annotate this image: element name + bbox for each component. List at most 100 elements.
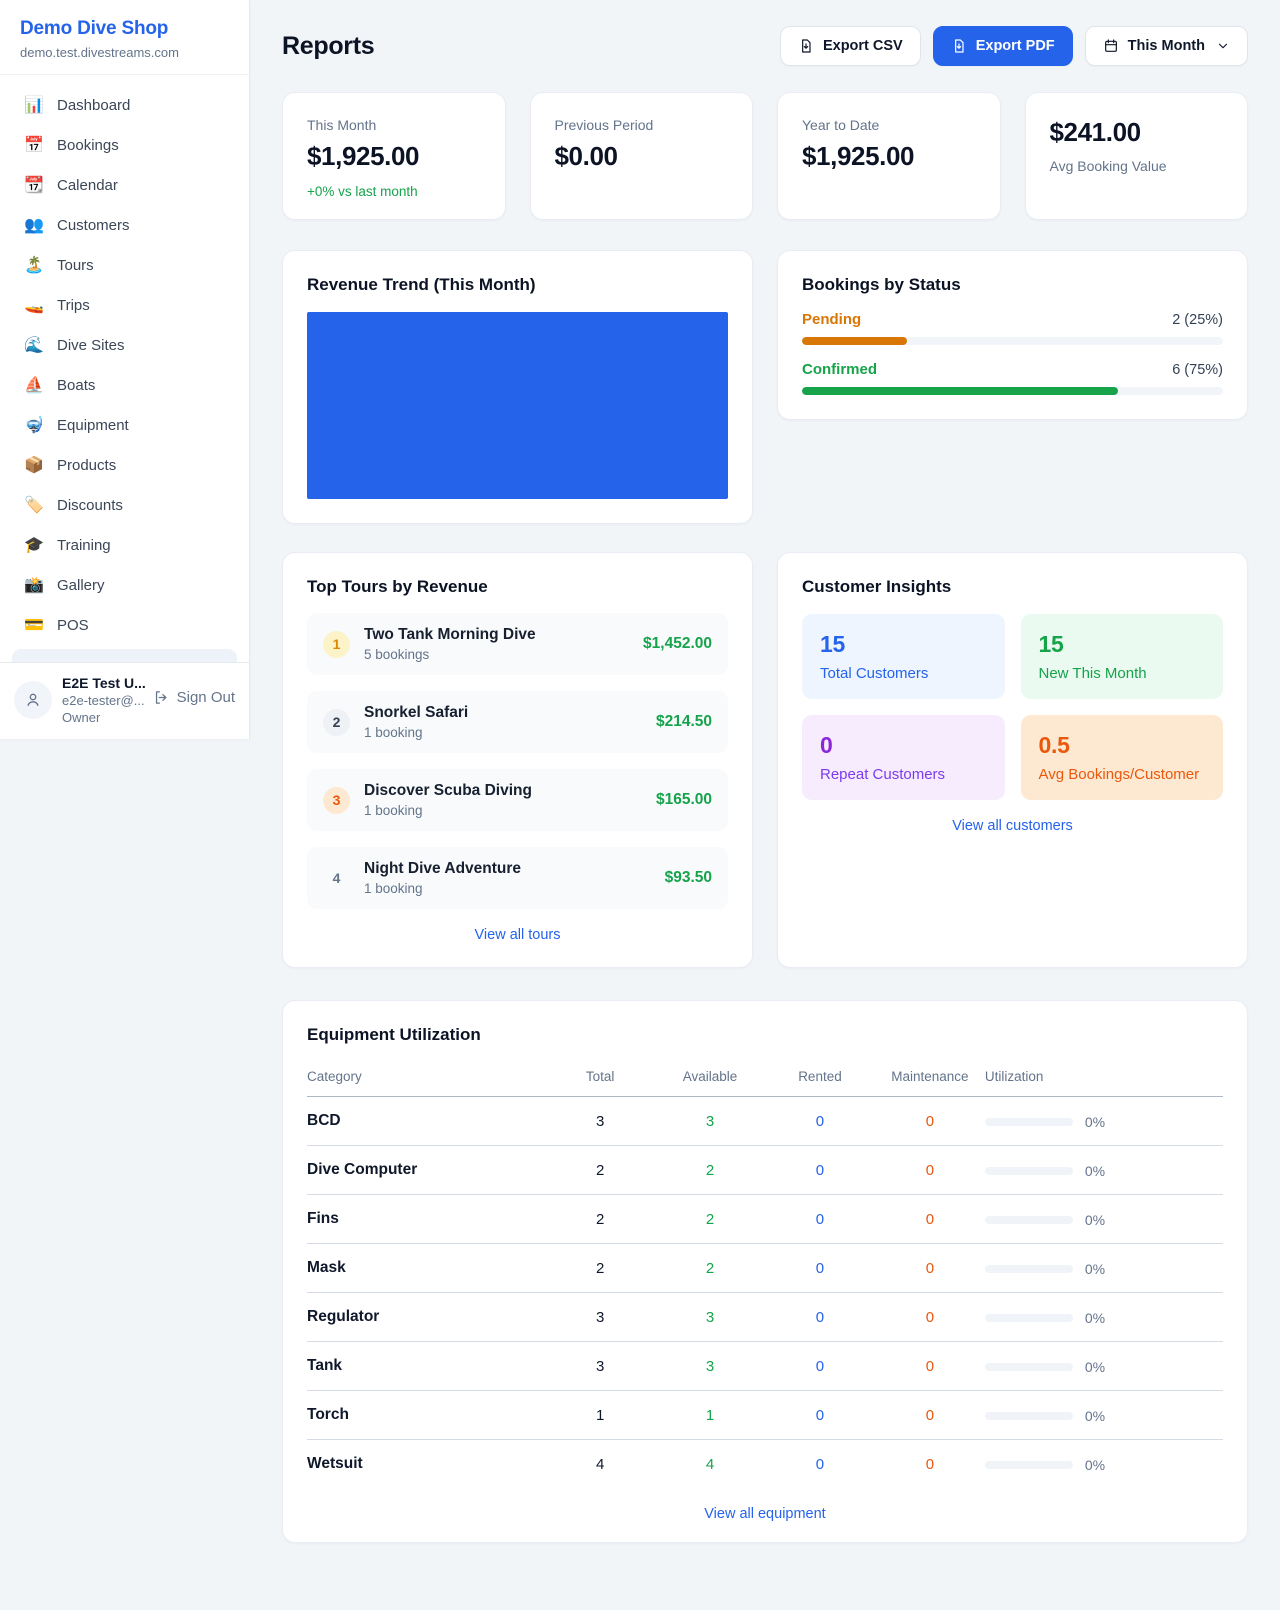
equipment-category: Fins — [307, 1195, 545, 1244]
insight-value: 0.5 — [1039, 732, 1206, 759]
period-label: This Month — [1128, 38, 1205, 54]
sidebar-item-label: Dashboard — [57, 97, 130, 114]
status-head: Pending2 (25%) — [802, 311, 1223, 328]
sidebar-item-calendar[interactable]: 📆Calendar — [12, 169, 237, 202]
sidebar-item-label: POS — [57, 617, 89, 634]
user-box: E2E Test U... e2e-tester@... Owner Sign … — [0, 662, 249, 739]
sidebar-item-training[interactable]: 🎓 Training — [12, 529, 237, 562]
brand-domain: demo.test.divestreams.com — [20, 45, 229, 60]
view-all-tours-link[interactable]: View all tours — [307, 927, 728, 943]
sidebar-item-equipment[interactable]: 🤿Equipment — [12, 409, 237, 442]
sidebar-item-gallery[interactable]: 📸Gallery — [12, 569, 237, 602]
equipment-maintenance: 0 — [875, 1440, 985, 1489]
sidebar-item-label: Training — [57, 537, 111, 554]
revenue-trend-bar — [307, 312, 728, 499]
equipment-available: 3 — [655, 1293, 765, 1342]
table-row: Fins22000% — [307, 1195, 1223, 1244]
insight-label: Total Customers — [820, 665, 987, 682]
sidebar-item-bookings[interactable]: 📅Bookings — [12, 129, 237, 162]
sidebar-item-label: Discounts — [57, 497, 123, 514]
equipment-total: 3 — [545, 1293, 655, 1342]
period-dropdown[interactable]: This Month — [1085, 26, 1248, 66]
sidebar-item-label: Tours — [57, 257, 94, 274]
sidebar-item-trips[interactable]: 🚤Trips — [12, 289, 237, 322]
insight-tile-purple: 0Repeat Customers — [802, 715, 1005, 800]
equipment-total: 3 — [545, 1342, 655, 1391]
equipment-total: 2 — [545, 1244, 655, 1293]
stat-label: This Month — [307, 117, 481, 133]
sidebar-item-boats[interactable]: ⛵Boats — [12, 369, 237, 402]
sidebar-item-products[interactable]: 📦Products — [12, 449, 237, 482]
sidebar-item-customers[interactable]: 👥Customers — [12, 209, 237, 242]
sign-out-button[interactable]: Sign Out — [153, 689, 235, 706]
view-all-equipment-link[interactable]: View all equipment — [307, 1506, 1223, 1522]
insight-tile-green: 15New This Month — [1021, 614, 1224, 699]
rank-badge: 1 — [323, 631, 350, 658]
equipment-total: 3 — [545, 1097, 655, 1146]
table-row: Dive Computer22000% — [307, 1146, 1223, 1195]
chevron-down-icon — [1216, 39, 1230, 53]
tour-row: 4Night Dive Adventure1 booking$93.50 — [307, 847, 728, 909]
status-list: Pending2 (25%) Confirmed6 (75%) — [802, 311, 1223, 395]
utilization-bar — [985, 1412, 1073, 1420]
export-csv-button[interactable]: Export CSV — [780, 26, 921, 66]
tours-icon: 🏝️ — [24, 258, 44, 274]
equipment-rented: 0 — [765, 1146, 875, 1195]
insight-tile-orange: 0.5Avg Bookings/Customer — [1021, 715, 1224, 800]
view-all-customers-link[interactable]: View all customers — [802, 818, 1223, 834]
equipment-maintenance: 0 — [875, 1195, 985, 1244]
equipment-category: BCD — [307, 1097, 545, 1146]
equipment-utilization: 0% — [985, 1440, 1223, 1489]
utilization-wrap: 0% — [985, 1114, 1105, 1130]
discounts-icon: 🏷️ — [24, 498, 44, 514]
insight-value: 15 — [1039, 631, 1206, 658]
training-icon: 🎓 — [24, 538, 44, 554]
pos-icon: 💳 — [24, 618, 44, 634]
equipment-rented: 0 — [765, 1097, 875, 1146]
status-item: Confirmed6 (75%) — [802, 361, 1223, 395]
sidebar-item-label: Bookings — [57, 137, 119, 154]
sidebar-item-tours[interactable]: 🏝️ Tours — [12, 249, 237, 282]
customer-insights-title: Customer Insights — [802, 577, 1223, 597]
sign-out-label: Sign Out — [177, 689, 235, 706]
user-avatar — [14, 681, 52, 719]
equipment-column-header: Rented — [765, 1059, 875, 1097]
equipment-available: 1 — [655, 1391, 765, 1440]
utilization-wrap: 0% — [985, 1163, 1105, 1179]
equipment-column-header: Maintenance — [875, 1059, 985, 1097]
sidebar-nav: 📊Dashboard 📅Bookings 📆Calendar 👥Customers 🏝️… — [0, 75, 249, 642]
stat-label: Avg Booking Value — [1050, 158, 1224, 174]
calendar-icon: 📆 — [24, 178, 44, 194]
tour-bookings: 1 booking — [364, 881, 521, 896]
boats-icon: ⛵ — [24, 378, 44, 394]
export-pdf-button[interactable]: Export PDF — [933, 26, 1073, 66]
table-row: Wetsuit44000% — [307, 1440, 1223, 1489]
sidebar-item-discounts[interactable]: 🏷️ Discounts — [12, 489, 237, 522]
equipment-maintenance: 0 — [875, 1244, 985, 1293]
tour-text: Snorkel Safari1 booking — [364, 704, 468, 740]
tour-amount: $1,452.00 — [643, 635, 712, 653]
insight-label: Repeat Customers — [820, 766, 987, 783]
sidebar-item-dive-sites[interactable]: 🌊Dive Sites — [12, 329, 237, 362]
equipment-column-header: Available — [655, 1059, 765, 1097]
utilization-wrap: 0% — [985, 1261, 1105, 1277]
tour-amount: $93.50 — [665, 869, 712, 887]
stats-row: This Month$1,925.00+0% vs last monthPrev… — [282, 92, 1248, 220]
insight-tile-blue: 15Total Customers — [802, 614, 1005, 699]
table-row: Regulator33000% — [307, 1293, 1223, 1342]
equipment-rented: 0 — [765, 1440, 875, 1489]
sidebar-item-label: Customers — [57, 217, 130, 234]
status-progress-track — [802, 387, 1223, 395]
equipment-maintenance: 0 — [875, 1293, 985, 1342]
status-label: Confirmed — [802, 361, 877, 378]
sidebar-item-dashboard[interactable]: 📊Dashboard — [12, 89, 237, 122]
stat-card: Year to Date$1,925.00 — [777, 92, 1001, 220]
sidebar-item-pos[interactable]: 💳 POS — [12, 609, 237, 642]
file-download-icon — [951, 38, 967, 54]
user-email: e2e-tester@... — [62, 693, 143, 708]
utilization-bar — [985, 1118, 1073, 1126]
status-item: Pending2 (25%) — [802, 311, 1223, 345]
sidebar-item-label: Dive Sites — [57, 337, 125, 354]
utilization-bar — [985, 1265, 1073, 1273]
equipment-total: 1 — [545, 1391, 655, 1440]
